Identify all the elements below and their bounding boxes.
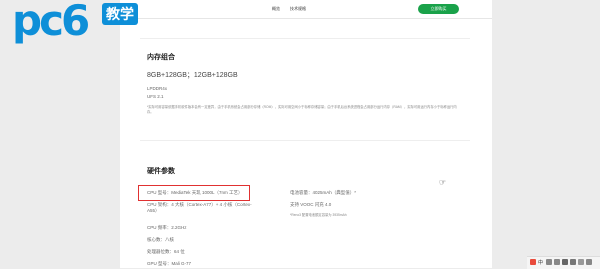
- keyboard-icon[interactable]: [562, 259, 568, 265]
- pc6-logo: pc6 教学: [0, 0, 150, 48]
- moon-icon[interactable]: [546, 259, 552, 265]
- memory-section-title: 内存组合: [147, 54, 175, 61]
- storage-type: UFS 2.1: [147, 94, 164, 99]
- buy-now-button[interactable]: 立即购买: [418, 4, 459, 14]
- mouse-cursor-icon: ☞: [439, 178, 447, 187]
- section-divider: [140, 38, 470, 39]
- fast-charge: 支持 VOOC 闪充 4.0: [290, 202, 332, 207]
- input-mode-label[interactable]: 中: [538, 259, 543, 266]
- battery-note: *Reno3 配置电池额定容量为 3935mAh: [290, 213, 347, 217]
- processor-bits: 处理器位数：64 位: [147, 249, 185, 254]
- logo-text: pc6: [12, 0, 90, 45]
- cpu-architecture: CPU 架构：4 大核（Cortex-A77）+ 4 小核（Cortex-A55…: [147, 202, 252, 213]
- memory-note: *实际可用容量依据手机软件版本会有一定差异，由于手机系统会占用部分存储（ROM）…: [147, 105, 457, 114]
- nav-overview-link[interactable]: 概览: [272, 6, 280, 12]
- memory-options: 8GB+128GB；12GB+128GB: [147, 72, 238, 79]
- cpu-frequency: CPU 频率：2.2GHz: [147, 225, 187, 230]
- section-divider: [140, 140, 470, 141]
- spec-page: 概览 技术规格 立即购买 内存组合 8GB+128GB；12GB+128GB L…: [120, 0, 492, 268]
- core-count: 核心数：八核: [147, 237, 174, 242]
- grid-icon[interactable]: [586, 259, 592, 265]
- user-icon[interactable]: [570, 259, 576, 265]
- hardware-section-title: 硬件参数: [147, 168, 175, 175]
- ram-type: LPDDR4x: [147, 86, 168, 91]
- sogou-icon[interactable]: [530, 259, 536, 265]
- logo-badge: 教学: [102, 3, 138, 25]
- cpu-highlight-box: [138, 185, 250, 201]
- punctuation-icon[interactable]: [554, 259, 560, 265]
- top-nav: 概览 技术规格 立即购买: [120, 0, 492, 19]
- gpu-model: GPU 型号：Mali G-77: [147, 261, 192, 266]
- shirt-icon[interactable]: [578, 259, 584, 265]
- nav-specs-link[interactable]: 技术规格: [290, 6, 306, 12]
- battery-capacity: 电池容量：4025mAh（典型值）*: [290, 190, 357, 195]
- system-tray: 中: [527, 256, 600, 269]
